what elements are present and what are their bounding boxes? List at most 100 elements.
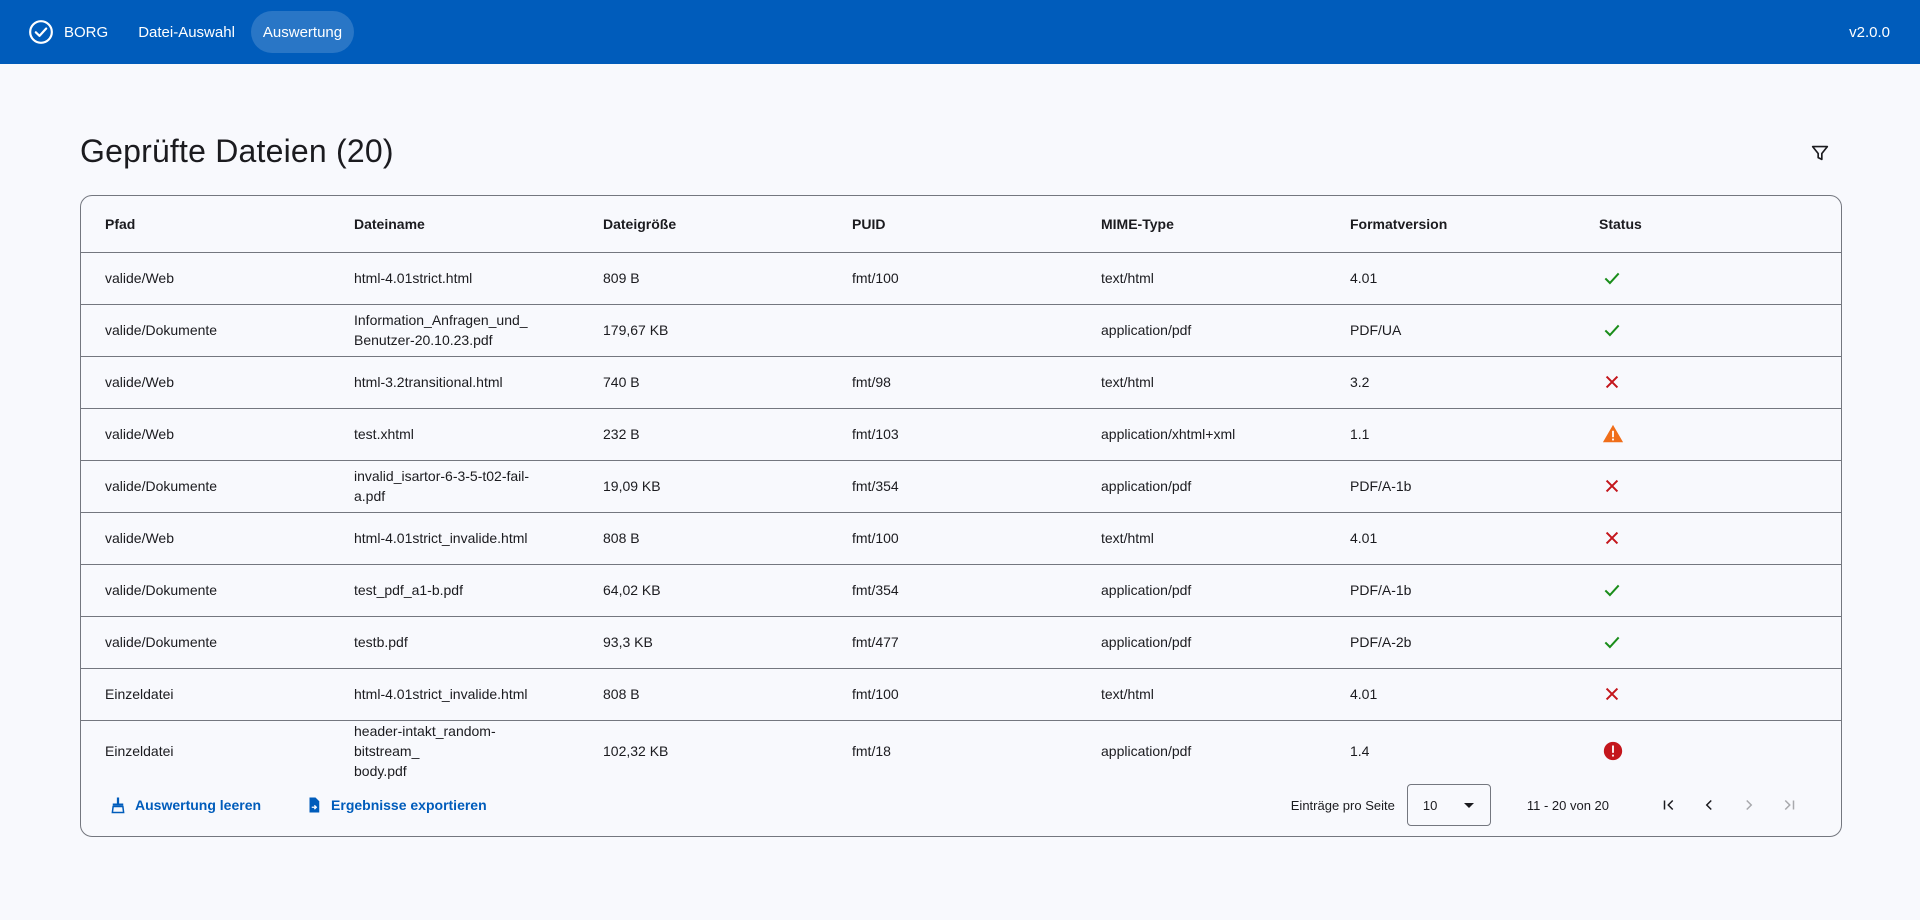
cell-dateiname: invalid_isartor-6-3-5-t02-fail-a.pdf <box>354 468 530 504</box>
cell-puid: fmt/100 <box>852 686 899 702</box>
first-page-button[interactable] <box>1649 785 1689 825</box>
cell-status[interactable] <box>1575 304 1841 356</box>
brand[interactable]: BORG <box>28 10 126 54</box>
per-page-value: 10 <box>1422 797 1438 813</box>
cell-status[interactable] <box>1575 408 1841 460</box>
column-header-status[interactable]: Status <box>1575 196 1841 252</box>
cell-dateigroesse: 808 B <box>603 686 640 702</box>
cell-dateiname: test.xhtml <box>354 426 414 442</box>
column-header-mime-type[interactable]: MIME-Type <box>1077 196 1326 252</box>
table-row[interactable]: valide/Dokumente testb.pdf 93,3 KB fmt/477 a… <box>81 616 1841 668</box>
first-page-icon <box>1663 799 1674 811</box>
table-footer: Auswertung leeren Ergebnisse exportieren… <box>81 773 1841 836</box>
table-row[interactable]: Einzeldatei html-4.01strict_invalide.html… <box>81 668 1841 720</box>
check-icon <box>1604 324 1620 337</box>
cell-mime-type: text/html <box>1101 530 1154 546</box>
cell-formatversion: 4.01 <box>1350 270 1378 286</box>
cell-dateigroesse: 809 B <box>603 270 640 286</box>
cell-dateiname: Information_Anfragen_und_ Benutzer-20.10… <box>354 312 528 348</box>
column-header-puid[interactable]: PUID <box>828 196 1077 252</box>
app-version: v2.0.0 <box>1849 23 1890 41</box>
page-title: Geprüfte Dateien (20) <box>80 133 394 169</box>
filter-button[interactable] <box>1800 133 1840 173</box>
cell-formatversion: 4.01 <box>1350 530 1378 546</box>
column-header-dateigroesse[interactable]: Dateigröße <box>579 196 828 252</box>
cell-formatversion: PDF/A-2b <box>1350 634 1412 650</box>
nav-datei-auswahl[interactable]: Datei-Auswahl <box>126 11 247 53</box>
cleaning-broom-icon <box>111 797 125 814</box>
cell-pfad: valide/Web <box>105 426 175 442</box>
cell-pfad: valide/Dokumente <box>105 322 218 338</box>
cell-mime-type: application/xhtml+xml <box>1101 426 1236 442</box>
cell-pfad: valide/Web <box>105 530 175 546</box>
cell-status[interactable] <box>1575 668 1841 720</box>
cell-status[interactable] <box>1575 616 1841 668</box>
table-row[interactable]: valide/Dokumente test_pdf_a1-b.pdf 64,02 K… <box>81 564 1841 616</box>
cell-mime-type: text/html <box>1101 374 1154 390</box>
cell-formatversion: PDF/A-1b <box>1350 478 1412 494</box>
table-row[interactable]: valide/Web html-3.2transitional.html 740 B… <box>81 356 1841 408</box>
cell-formatversion: 3.2 <box>1350 374 1370 390</box>
cell-status[interactable] <box>1575 356 1841 408</box>
nav-auswertung[interactable]: Auswertung <box>250 11 355 53</box>
table-row[interactable]: valide/Web html-4.01strict_invalide.html 8… <box>81 512 1841 564</box>
cell-status[interactable] <box>1575 512 1841 564</box>
cell-puid: fmt/100 <box>852 530 899 546</box>
cell-dateigroesse: 808 B <box>603 530 640 546</box>
cell-puid: fmt/98 <box>852 374 891 390</box>
cell-dateiname: header-intakt_random-bitstream_ body.pdf <box>354 722 496 779</box>
cell-formatversion: 1.4 <box>1350 742 1370 759</box>
export-results-label: Ergebnisse exportieren <box>331 797 487 813</box>
cell-mime-type: text/html <box>1101 270 1154 286</box>
next-page-button[interactable] <box>1729 785 1769 825</box>
table-row[interactable]: valide/Dokumente Information_Anfragen_und… <box>81 304 1841 356</box>
cell-mime-type: application/pdf <box>1101 582 1192 598</box>
check-icon <box>1604 584 1620 597</box>
check-icon <box>1604 636 1620 649</box>
close-icon <box>1605 687 1619 701</box>
cell-pfad: valide/Dokumente <box>105 478 218 494</box>
column-header-dateiname[interactable]: Dateiname <box>330 196 579 252</box>
cell-pfad: valide/Dokumente <box>105 634 218 650</box>
last-page-icon <box>1784 799 1795 811</box>
cell-dateigroesse: 740 B <box>603 374 640 390</box>
cell-status[interactable] <box>1575 460 1841 512</box>
export-results-button[interactable]: Ergebnisse exportieren <box>305 785 487 825</box>
table-row[interactable]: valide/Web test.xhtml 232 B fmt/103 applicat… <box>81 408 1841 460</box>
cell-puid: fmt/103 <box>852 426 899 442</box>
column-header-pfad[interactable]: Pfad <box>81 196 330 252</box>
results-table: Pfad Dateiname Dateigröße PUID MIME-Type… <box>81 196 1841 781</box>
column-header-formatversion[interactable]: Formatversion <box>1326 196 1575 252</box>
cell-puid: fmt/100 <box>852 270 899 286</box>
document-export-icon <box>309 797 320 813</box>
close-icon <box>1605 375 1619 389</box>
cell-pfad: valide/Web <box>105 374 175 390</box>
cell-puid: fmt/354 <box>852 582 899 598</box>
filter-icon <box>1811 145 1829 161</box>
paginator: Einträge pro Seite 10 11 - 20 von 20 <box>1290 773 1809 836</box>
cell-formatversion: 1.1 <box>1350 426 1370 442</box>
cell-dateigroesse: 19,09 KB <box>603 478 661 494</box>
per-page-select[interactable]: 10 <box>1406 784 1491 826</box>
cell-dateiname: html-3.2transitional.html <box>354 374 503 390</box>
cell-pfad: Einzeldatei <box>105 686 174 702</box>
cell-status[interactable] <box>1575 252 1841 304</box>
cell-dateigroesse: 64,02 KB <box>603 582 661 598</box>
cell-mime-type: application/pdf <box>1101 742 1192 759</box>
cell-mime-type: application/pdf <box>1101 322 1192 338</box>
table-row[interactable]: valide/Web html-4.01strict.html 809 B fmt/1… <box>81 252 1841 304</box>
per-page-label: Einträge pro Seite <box>1290 797 1395 813</box>
cell-dateigroesse: 102,32 KB <box>603 742 669 759</box>
dropdown-arrow-icon <box>1463 803 1474 808</box>
table-row[interactable]: Einzeldatei header-intakt_random-bitstrea… <box>81 720 1841 781</box>
top-app-bar: BORG Datei-Auswahl Auswertung v2.0.0 <box>0 0 1920 64</box>
clear-results-button[interactable]: Auswertung leeren <box>109 785 261 825</box>
previous-page-button[interactable] <box>1689 785 1729 825</box>
table-row[interactable]: valide/Dokumente invalid_isartor-6-3-5-t0… <box>81 460 1841 512</box>
cell-dateiname: testb.pdf <box>354 634 408 650</box>
cell-status[interactable] <box>1575 564 1841 616</box>
cell-status[interactable] <box>1575 720 1841 781</box>
cell-dateiname: html-4.01strict.html <box>354 270 473 286</box>
cell-pfad: valide/Web <box>105 270 175 286</box>
last-page-button[interactable] <box>1769 785 1809 825</box>
